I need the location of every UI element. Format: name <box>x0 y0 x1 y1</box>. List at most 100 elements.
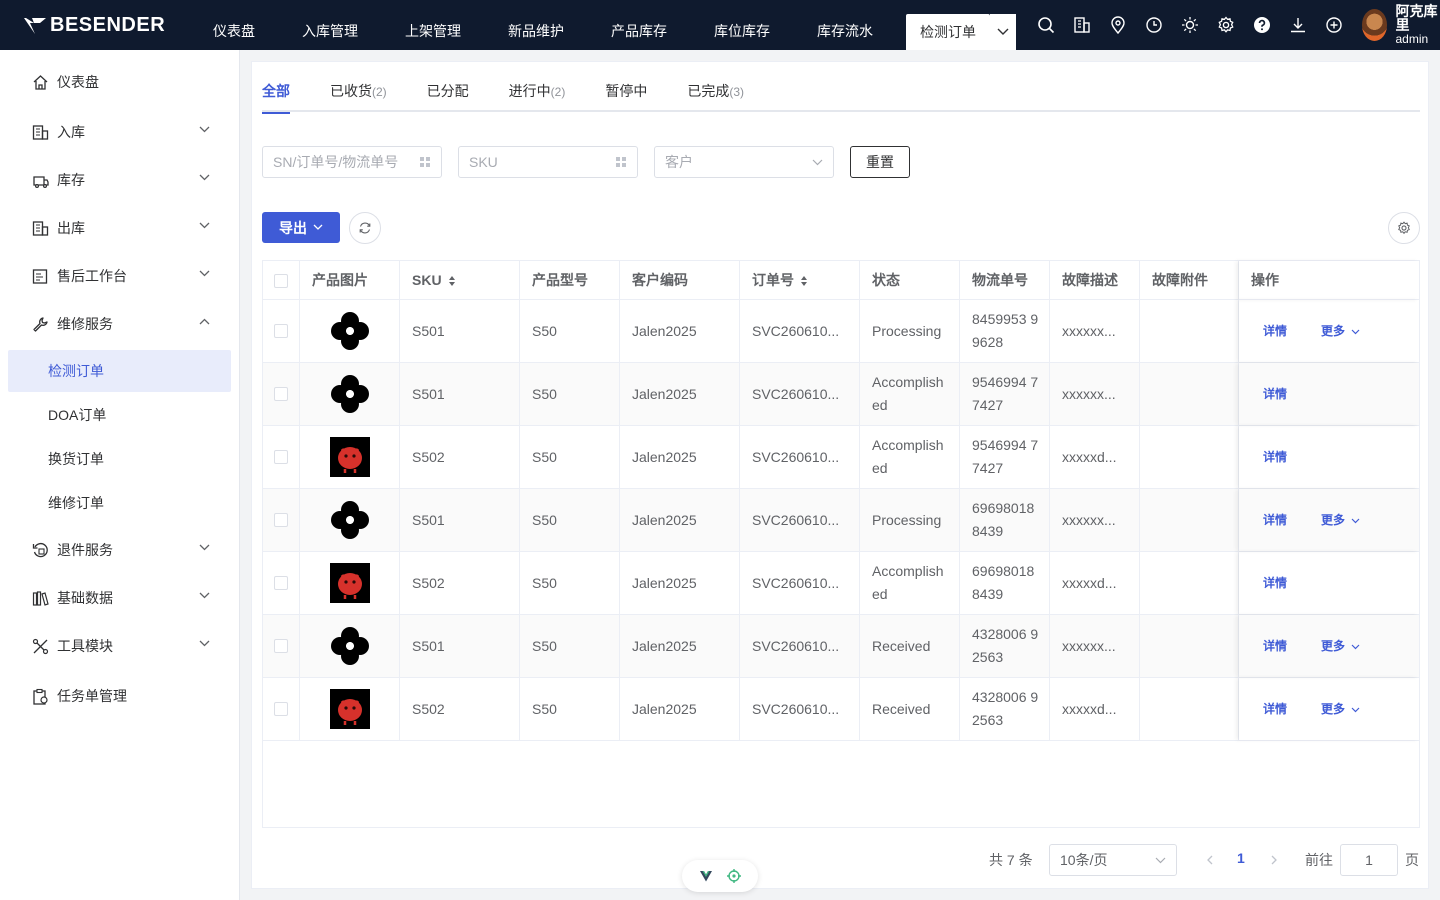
sidebar-sub-repair-orders[interactable]: 维修订单 <box>8 482 231 524</box>
sidebar-item-basic-data[interactable]: 基础数据 <box>0 578 240 618</box>
sidebar-item-inbound[interactable]: 入库 <box>0 112 240 152</box>
refresh-button[interactable] <box>349 212 381 244</box>
grid-icon <box>420 157 430 167</box>
nav-item-inspection-orders[interactable]: 检测订单 <box>906 14 991 50</box>
sidebar-sub-doa-orders[interactable]: DOA订单 <box>8 394 231 436</box>
col-header-order[interactable]: 订单号 <box>740 261 860 300</box>
sku-search-input[interactable]: SKU <box>458 146 638 178</box>
table-row[interactable]: S501 S50 Jalen2025 SVC260610... Processing 69… <box>263 489 1419 552</box>
customer-select[interactable]: 客户 <box>654 146 834 178</box>
sun-icon[interactable] <box>1172 0 1208 50</box>
product-thumbnail[interactable] <box>329 689 370 729</box>
status-cell: Received <box>860 615 960 677</box>
detail-link[interactable]: 详情 <box>1263 572 1287 595</box>
sidebar-item-dashboard[interactable]: 仪表盘 <box>0 62 240 102</box>
sidebar-item-return-service[interactable]: 退件服务 <box>0 530 240 570</box>
table-row[interactable]: S501 S50 Jalen2025 SVC260610... Accomplish e… <box>263 363 1419 426</box>
more-actions-link[interactable]: 更多 <box>1321 698 1360 721</box>
product-thumbnail[interactable] <box>330 374 370 414</box>
product-thumbnail[interactable] <box>329 563 370 603</box>
detail-link[interactable]: 详情 <box>1263 320 1287 343</box>
product-image-cell <box>300 426 400 488</box>
tab-all[interactable]: 全部 <box>262 72 290 114</box>
product-thumbnail[interactable] <box>330 626 370 666</box>
sidebar-item-task-management[interactable]: 任务单管理 <box>0 676 240 716</box>
more-actions-link[interactable]: 更多 <box>1321 635 1360 658</box>
page-size-select[interactable]: 10条/页 <box>1049 844 1177 876</box>
search-icon[interactable] <box>1028 0 1064 50</box>
target-icon[interactable] <box>726 868 742 884</box>
settings-icon[interactable] <box>1208 0 1244 50</box>
prev-page-icon[interactable] <box>1205 852 1215 868</box>
sidebar-sub-exchange-orders[interactable]: 换货订单 <box>8 438 231 480</box>
tab-paused[interactable]: 暂停中 <box>605 72 647 112</box>
table-row[interactable]: S502 S50 Jalen2025 SVC260610... Accomplish e… <box>263 552 1419 615</box>
sidebar-item-aftersales[interactable]: 售后工作台 <box>0 256 240 296</box>
nav-item-stock-flow[interactable]: 库存流水 <box>803 0 887 50</box>
row-checkbox[interactable] <box>274 387 288 401</box>
help-icon[interactable] <box>1244 0 1280 50</box>
page-number-current[interactable]: 1 <box>1237 850 1245 866</box>
actions-cell: 详情 更多 <box>1239 489 1419 551</box>
product-thumbnail[interactable] <box>330 311 370 351</box>
plus-circle-icon[interactable] <box>1316 0 1352 50</box>
detail-link[interactable]: 详情 <box>1263 698 1287 721</box>
building-icon[interactable] <box>1064 0 1100 50</box>
detail-link[interactable]: 详情 <box>1263 635 1287 658</box>
sidebar-item-repair-service[interactable]: 维修服务 <box>0 304 240 344</box>
location-icon[interactable] <box>1100 0 1136 50</box>
more-actions-link[interactable]: 更多 <box>1321 509 1360 532</box>
goto-page-input[interactable]: 1 <box>1340 844 1398 876</box>
detail-link[interactable]: 详情 <box>1263 509 1287 532</box>
nav-item-shelving[interactable]: 上架管理 <box>391 0 475 50</box>
row-checkbox[interactable] <box>274 639 288 653</box>
vue-logo-icon[interactable] <box>699 869 713 883</box>
sidebar-item-label: 入库 <box>57 124 85 140</box>
table-row[interactable]: S502 S50 Jalen2025 SVC260610... Received 4328… <box>263 678 1419 741</box>
table-row[interactable]: S501 S50 Jalen2025 SVC260610... Received 4328… <box>263 615 1419 678</box>
column-settings-button[interactable] <box>1388 212 1420 244</box>
sn-search-input[interactable]: SN/订单号/物流单号 <box>262 146 442 178</box>
row-checkbox[interactable] <box>274 513 288 527</box>
detail-link[interactable]: 详情 <box>1263 446 1287 469</box>
tab-completed[interactable]: 已完成(3) <box>687 72 744 112</box>
clock-icon[interactable] <box>1136 0 1172 50</box>
fault-description-cell: xxxxxx... <box>1050 615 1140 677</box>
sidebar-item-tools[interactable]: 工具模块 <box>0 626 240 666</box>
row-checkbox[interactable] <box>274 702 288 716</box>
nav-item-inbound[interactable]: 入库管理 <box>288 0 372 50</box>
tracking-number-cell: 9546994 77427 <box>960 426 1050 488</box>
nav-item-location-stock[interactable]: 库位库存 <box>700 0 784 50</box>
tab-in-progress[interactable]: 进行中(2) <box>509 72 566 112</box>
more-actions-link[interactable]: 更多 <box>1321 320 1360 343</box>
tab-received[interactable]: 已收货(2) <box>330 72 387 112</box>
nav-more-dropdown[interactable] <box>990 14 1017 50</box>
download-icon[interactable] <box>1280 0 1316 50</box>
nav-item-new-products[interactable]: 新品维护 <box>494 0 578 50</box>
reset-button[interactable]: 重置 <box>850 146 910 178</box>
page-unit-label: 页 <box>1405 852 1419 868</box>
tab-assigned[interactable]: 已分配 <box>427 72 469 112</box>
row-checkbox[interactable] <box>274 576 288 590</box>
table-row[interactable]: S502 S50 Jalen2025 SVC260610... Accomplish e… <box>263 426 1419 489</box>
user-menu[interactable]: 阿克库里 admin <box>1362 4 1440 46</box>
brand-logo[interactable]: BESENDER <box>0 0 199 50</box>
sidebar-item-outbound[interactable]: 出库 <box>0 208 240 248</box>
export-button[interactable]: 导出 <box>262 212 340 243</box>
col-header-sku[interactable]: SKU <box>400 261 520 300</box>
sidebar-item-inventory[interactable]: 库存 <box>0 160 240 200</box>
select-all-checkbox[interactable] <box>274 273 288 288</box>
product-thumbnail[interactable] <box>329 437 370 477</box>
next-page-icon[interactable] <box>1269 852 1279 868</box>
table-header: 产品图片 SKU 产品型号 客户编码 订单号 状态 物流单号 故障描述 故障附件… <box>263 261 1419 300</box>
avatar[interactable] <box>1362 9 1388 41</box>
table-row[interactable]: S501 S50 Jalen2025 SVC260610... Processing 84… <box>263 300 1419 363</box>
row-checkbox[interactable] <box>274 450 288 464</box>
detail-link[interactable]: 详情 <box>1263 383 1287 406</box>
product-thumbnail[interactable] <box>330 500 370 540</box>
tracking-number-cell: 8459953 99628 <box>960 300 1050 362</box>
nav-item-dashboard[interactable]: 仪表盘 <box>199 0 269 50</box>
row-checkbox[interactable] <box>274 324 288 338</box>
sidebar-sub-inspection-orders[interactable]: 检测订单 <box>8 350 231 392</box>
nav-item-product-stock[interactable]: 产品库存 <box>597 0 681 50</box>
